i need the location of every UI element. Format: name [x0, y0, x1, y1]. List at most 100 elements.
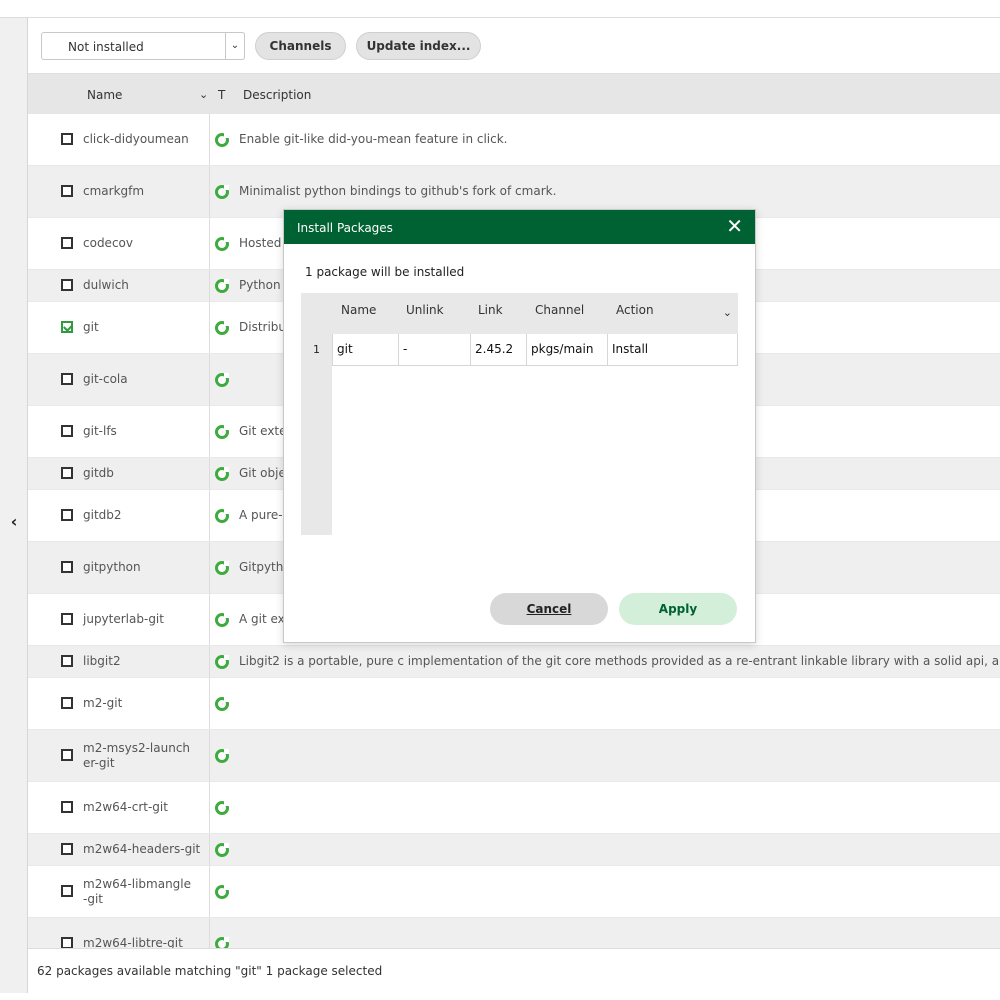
column-divider [209, 918, 210, 948]
channels-button[interactable]: Channels [255, 32, 346, 60]
col-link[interactable]: Link [478, 303, 503, 317]
column-header-name[interactable]: Name [87, 88, 122, 102]
checkbox[interactable] [61, 613, 73, 625]
table-row[interactable]: m2-msys2-launcher-git [28, 730, 1000, 782]
status-icon [215, 749, 229, 763]
table-row[interactable]: m2w64-libmangle-git [28, 866, 1000, 918]
status-icon [215, 133, 229, 147]
status-icon [215, 237, 229, 251]
package-name: m2-git [83, 696, 123, 710]
package-description: Git exte [239, 424, 287, 438]
column-divider [209, 594, 210, 645]
column-divider [209, 834, 210, 865]
column-divider [209, 302, 210, 353]
col-action[interactable]: Action [616, 303, 654, 317]
status-icon [215, 561, 229, 575]
package-description: Minimalist python bindings to github's f… [239, 184, 557, 198]
status-icon [215, 279, 229, 293]
column-divider [209, 354, 210, 405]
package-name: jupyterlab-git [83, 612, 164, 626]
column-divider [209, 730, 210, 781]
package-name: libgit2 [83, 654, 121, 668]
toolbar: Not installed ⌄ Channels Update index... [28, 18, 1000, 74]
column-divider [209, 218, 210, 269]
filter-select[interactable]: Not installed [41, 32, 245, 60]
checkbox[interactable] [61, 425, 73, 437]
package-description: Libgit2 is a portable, pure c implementa… [239, 654, 1000, 668]
table-row[interactable]: libgit2 Libgit2 is a portable, pure c imp… [28, 646, 1000, 678]
apply-button[interactable]: Apply [619, 593, 737, 625]
package-name: git-cola [83, 372, 128, 386]
checkbox[interactable] [61, 467, 73, 479]
table-row[interactable]: m2w64-libtre-git [28, 918, 1000, 948]
package-description: A pure- [239, 508, 283, 522]
checkbox[interactable] [61, 749, 73, 761]
column-divider [209, 166, 210, 217]
checkbox[interactable] [61, 655, 73, 667]
cell-name: git [333, 334, 399, 365]
checkbox[interactable] [61, 185, 73, 197]
table-row[interactable]: m2w64-headers-git [28, 834, 1000, 866]
table-row[interactable]: m2-git [28, 678, 1000, 730]
checkbox[interactable] [61, 843, 73, 855]
package-name: click-didyoumean [83, 132, 189, 146]
package-name: codecov [83, 236, 133, 250]
package-name: m2w64-libtre-git [83, 936, 183, 948]
table-row[interactable]: click-didyoumean Enable git-like did-you-… [28, 114, 1000, 166]
column-divider [209, 678, 210, 729]
checkbox[interactable] [61, 237, 73, 249]
dialog-table-header: Name Unlink Link Channel Action ⌄ [332, 293, 738, 334]
col-channel[interactable]: Channel [535, 303, 584, 317]
cancel-button[interactable]: Cancel [490, 593, 608, 625]
checkbox[interactable] [61, 561, 73, 573]
package-description: Hosted [239, 236, 282, 250]
checkbox[interactable] [61, 279, 73, 291]
package-name: m2w64-headers-git [83, 842, 201, 856]
status-icon [215, 843, 229, 857]
status-icon [215, 655, 229, 669]
install-packages-dialog: Install Packages ✕ 1 package will be ins… [283, 209, 756, 643]
column-divider [209, 458, 210, 489]
checkbox[interactable] [61, 801, 73, 813]
status-icon [215, 425, 229, 439]
column-divider [209, 866, 210, 917]
column-divider [209, 270, 210, 301]
row-header-column [301, 293, 332, 535]
cell-channel: pkgs/main [527, 334, 608, 365]
package-description: Enable git-like did-you-mean feature in … [239, 132, 508, 146]
col-unlink[interactable]: Unlink [406, 303, 444, 317]
close-icon[interactable]: ✕ [726, 215, 743, 237]
filter-select-value: Not installed [68, 40, 144, 54]
status-icon [215, 613, 229, 627]
chevron-down-icon[interactable]: ⌄ [723, 306, 732, 319]
checkbox[interactable] [61, 509, 73, 521]
column-header-type[interactable]: T [218, 88, 225, 102]
update-index-button[interactable]: Update index... [356, 32, 481, 60]
cell-unlink: - [399, 334, 471, 365]
top-strip [0, 0, 1000, 18]
dialog-header: Install Packages ✕ [284, 210, 755, 244]
column-divider [209, 114, 210, 165]
checkbox[interactable] [61, 697, 73, 709]
status-icon [215, 467, 229, 481]
column-header-description[interactable]: Description [243, 88, 311, 102]
package-name: cmarkgfm [83, 184, 145, 198]
checkbox[interactable] [61, 373, 73, 385]
package-name: gitdb2 [83, 508, 122, 522]
chevron-left-icon[interactable]: ‹ [6, 512, 22, 532]
column-divider [209, 406, 210, 457]
checkbox[interactable] [61, 885, 73, 897]
package-description: Distribu [239, 320, 287, 334]
package-description: Git obje [239, 466, 286, 480]
checkbox[interactable] [61, 133, 73, 145]
left-panel-gutter: ‹ [0, 18, 28, 993]
chevron-down-icon[interactable]: ⌄ [225, 32, 245, 60]
table-row[interactable]: m2w64-crt-git [28, 782, 1000, 834]
checkbox[interactable] [61, 937, 73, 948]
install-checkbox-icon[interactable] [61, 321, 73, 333]
package-name: git-lfs [83, 424, 117, 438]
sort-chevron-icon[interactable]: ⌄ [199, 88, 208, 101]
status-text: 62 packages available matching "git" 1 p… [37, 964, 383, 978]
col-name[interactable]: Name [341, 303, 376, 317]
status-icon [215, 937, 229, 948]
